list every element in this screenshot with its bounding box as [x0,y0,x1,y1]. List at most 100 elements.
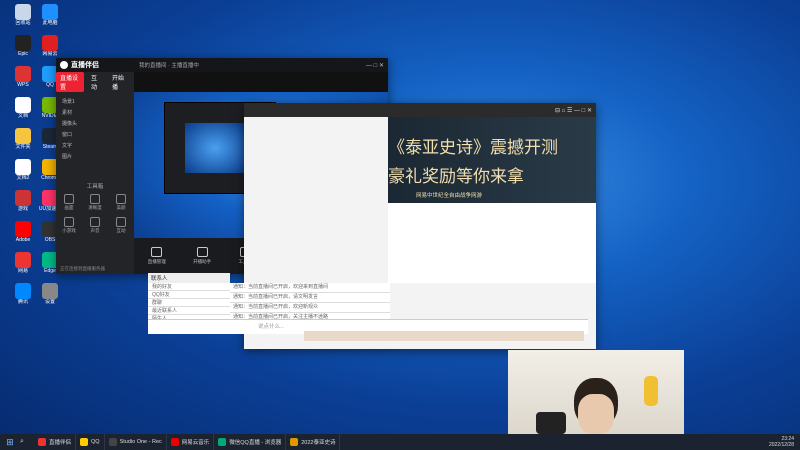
app-icon [42,4,58,20]
app-icon [15,283,31,299]
app-icon [15,252,31,268]
banner-sub: 网易中世纪全自由战争网游 [416,193,483,199]
thumbnail-strip [304,331,584,341]
tool-label: 互动 [116,228,126,233]
app-icon [15,221,31,237]
taskbar-app-icon [108,438,117,446]
scene-item[interactable]: 摄像头 [56,118,134,129]
scene-item[interactable]: 场景1 [56,96,134,107]
tool-icon [116,217,126,227]
app-icon [42,283,58,299]
taskbar-app-label: Studio One - Rec [119,439,162,445]
tray: 23:24 2022/12/28 [769,436,800,448]
taskbar-app[interactable]: 网易云音乐 [167,434,215,450]
taskbar-app-icon [218,438,227,446]
taskbar-app-label: 直播伴侣 [49,440,72,446]
bottom-button[interactable]: 直播管理 [148,247,166,265]
desktop-icon-label: 设置 [44,299,55,305]
tool-label: 美颜 [116,205,126,210]
app-icon [15,190,31,206]
tab-0[interactable]: 直播设置 [56,72,84,92]
tool-item[interactable]: 声音 [86,217,104,234]
bottom-button-label: 开播助手 [193,259,212,264]
taskbar-app-icon [290,438,299,446]
live-app-titlebar[interactable]: 直播伴侣 我的直播间 · 主播直播中 — □ ✕ [56,58,388,72]
taskbar-app-label: 网易云音乐 [181,440,210,446]
game-banner: 《泰亚史诗》震撼开测 豪礼奖励等你来拿 网易中世纪全自由战争网游 [388,117,596,203]
scene-item[interactable]: 素材 [56,107,134,118]
taskbar-app[interactable]: QQ [76,434,105,450]
taskbar-items: 直播伴侣 QQ Studio One - Rec 网易云音乐 微信QQ直播 - 浏览器 2… [34,434,341,450]
desktop-icon[interactable]: 此电脑 [33,4,67,34]
taskbar-app-icon [38,438,46,446]
taskbar-app-icon [170,438,179,446]
bottom-button-icon [196,247,208,257]
contact-item[interactable]: 群聊 [148,299,230,307]
tool-icon [90,217,100,227]
live-app-title: 直播伴侣 [71,62,99,69]
toolbox-label: 工具箱 [86,184,104,190]
contacts-header: 联系人 [148,273,230,283]
tool-icon [90,194,100,204]
start-button[interactable]: ⊞ [0,434,20,450]
taskbar-app[interactable]: 2022泰亚史诗 [286,434,341,450]
streamer-face [578,394,614,434]
tab-2[interactable]: 开始播 [108,72,131,92]
tool-label: 小游戏 [62,228,76,233]
tool-item[interactable]: 互动 [112,217,130,234]
contact-item[interactable]: 最近联系人 [148,307,230,315]
app-icon [15,97,31,113]
app-icon [15,4,31,20]
taskbar-app[interactable]: 微信QQ直播 - 浏览器 [214,434,287,450]
live-app-logo-icon [60,61,68,69]
scene-item[interactable]: 窗口 [56,129,134,140]
tool-label: 画面 [64,205,74,210]
toolbox-grid: 画面 清晰度 美颜小游戏 声音 互动 [56,190,134,238]
headphones [536,412,566,434]
tool-item[interactable]: 画面 [60,194,78,211]
taskbar-app-label: 2022泰亚史诗 [301,440,336,446]
live-tabs: 直播设置 互动 开始播 [56,72,134,92]
contact-item[interactable]: 我的好友 [148,283,230,291]
app-icon [42,35,58,51]
game-window[interactable]: ⊟ ⌂ ☰ — □ ✕ 《泰亚史诗》震撼开测 豪礼奖励等你来拿 网易中世纪全自由… [148,103,596,349]
contacts-list: 我的好友QQ好友群聊最近联系人陌生人 [148,283,230,323]
tool-item[interactable]: 美颜 [112,194,130,211]
banner-line-1: 《泰亚史诗》震撼开测 [388,138,558,158]
app-icon [15,66,31,82]
room-title: 我的直播间 · 主播直播中 [139,63,199,69]
search-icon[interactable]: ⌕ [20,438,34,446]
tool-icon [64,217,74,227]
chat-input-placeholder: 说点什么... [258,324,285,330]
taskbar-app[interactable]: 直播伴侣 [34,434,77,450]
desktop-icon[interactable]: 设置 [33,283,67,313]
taskbar: ⊞ ⌕ 直播伴侣 QQ Studio One - Rec 网易云音乐 微信QQ直播 - … [0,434,800,450]
chat-row: 通知：当前直播间已开启，欢迎来到直播间 [230,283,390,293]
chat-row: 通知：当前直播间已开启，请文明发言 [230,293,390,303]
taskbar-app-icon [80,438,89,446]
clock-date[interactable]: 2022/12/28 [769,442,794,448]
bottom-button-icon [151,247,163,257]
desktop-icon-label: 此电脑 [42,20,58,26]
scene-item[interactable]: 文字 [56,140,134,151]
window-controls[interactable]: — □ ✕ [366,62,384,69]
game-window-controls[interactable]: ⊟ ⌂ ☰ — □ ✕ [555,107,592,114]
app-icon [15,35,31,51]
tool-label: 清晰度 [88,205,102,210]
taskbar-app-label: QQ [91,439,100,445]
taskbar-app[interactable]: Studio One - Rec [105,434,167,450]
app-icon [15,128,31,144]
contact-item[interactable]: QQ好友 [148,291,230,299]
scene-item[interactable]: 图片 [56,151,134,162]
tool-item[interactable]: 清晰度 [86,194,104,211]
tab-1[interactable]: 互动 [87,72,105,92]
tool-icon [64,194,74,204]
game-titlebar[interactable]: ⊟ ⌂ ☰ — □ ✕ [244,103,596,117]
desktop-icon-label: 网易云 [42,51,58,57]
tool-item[interactable]: 小游戏 [60,217,78,234]
taskbar-app-label: 微信QQ直播 - 浏览器 [229,440,282,446]
bottom-button[interactable]: 开播助手 [193,247,211,265]
webcam-feed [508,350,684,434]
webpage-area [388,203,596,283]
bottom-button-label: 直播管理 [147,259,166,264]
